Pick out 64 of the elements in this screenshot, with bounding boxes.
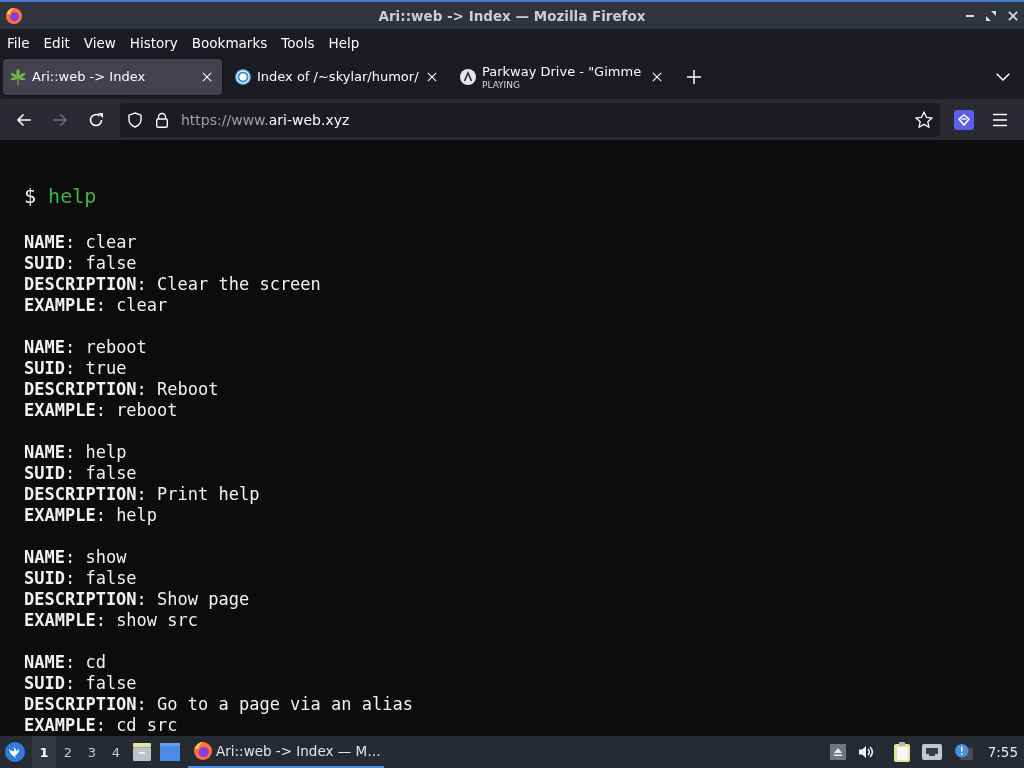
extension-icon[interactable] xyxy=(954,109,974,130)
leaf-icon xyxy=(10,69,26,85)
window-title: Ari::web -> Index — Mozilla Firefox xyxy=(378,7,646,24)
reload-icon[interactable] xyxy=(88,111,104,128)
peak-logo-icon xyxy=(460,69,476,85)
address-field[interactable]: https://www.ari-web.xyz xyxy=(120,102,940,137)
menu-item[interactable]: Bookmarks xyxy=(184,34,275,51)
help-text-line: DESCRIPTION: Print help xyxy=(24,484,260,505)
help-text-line: EXAMPLE: show src xyxy=(24,610,198,631)
help-text-line: EXAMPLE: help xyxy=(24,505,158,526)
chevron-down-icon[interactable] xyxy=(996,73,1010,81)
help-text-line: SUID: false xyxy=(24,463,137,484)
help-text-line: EXAMPLE: clear xyxy=(24,295,168,316)
menu-icon[interactable] xyxy=(992,111,1008,128)
speaker-icon[interactable] xyxy=(857,744,874,760)
help-text-line: EXAMPLE: cd src xyxy=(24,715,178,736)
drawer-icon[interactable] xyxy=(132,743,152,761)
help-text-line: EXAMPLE: reboot xyxy=(24,400,178,421)
help-text-line: SUID: false xyxy=(24,568,137,589)
menu-item[interactable]: File xyxy=(0,34,37,51)
workspace-button[interactable]: 2 xyxy=(56,736,80,768)
clock-text: 7:55 xyxy=(987,744,1018,760)
help-text-line: NAME: reboot xyxy=(24,337,147,358)
menu-item[interactable]: History xyxy=(122,34,185,51)
tab[interactable]: Parkway Drive - "Gimme PLAYING xyxy=(453,59,672,95)
maximize-icon[interactable] xyxy=(986,10,996,21)
close-icon[interactable] xyxy=(1008,10,1018,21)
clipboard-icon[interactable] xyxy=(893,742,910,762)
menu-item[interactable]: Tools xyxy=(274,34,322,51)
menu-item[interactable]: Edit xyxy=(36,34,77,51)
menu-item[interactable]: Help xyxy=(321,34,367,51)
star-icon[interactable] xyxy=(915,110,933,129)
help-text-line: NAME: help xyxy=(24,442,127,463)
eject-icon[interactable] xyxy=(829,744,846,760)
workspace-button[interactable]: 3 xyxy=(80,736,104,768)
tab-status-text: PLAYING xyxy=(482,79,521,91)
help-text-line: DESCRIPTION: Go to a page via an alias xyxy=(24,694,413,715)
help-text-line: SUID: false xyxy=(24,253,137,274)
workspace-button[interactable]: 4 xyxy=(104,736,128,768)
plus-icon[interactable] xyxy=(687,70,701,84)
task-button[interactable]: Ari::web -> Index — M… xyxy=(188,736,384,768)
lock-icon[interactable] xyxy=(154,111,170,128)
workspace-button[interactable]: 1 xyxy=(32,736,56,768)
help-text-line: SUID: false xyxy=(24,673,137,694)
browser-logo-icon xyxy=(194,742,212,760)
help-text-line: DESCRIPTION: Reboot xyxy=(24,379,219,400)
help-text-line: DESCRIPTION: Show page xyxy=(24,589,250,610)
tab[interactable]: Index of /~skylar/humor/ xyxy=(228,59,447,95)
back-arrow-icon[interactable] xyxy=(16,111,32,128)
tab[interactable]: Ari::web -> Index xyxy=(3,59,222,95)
bird-logo-icon[interactable] xyxy=(5,742,25,762)
browser-logo-icon xyxy=(6,7,22,24)
help-text-line: DESCRIPTION: Clear the screen xyxy=(24,274,321,295)
minimize-icon[interactable] xyxy=(966,14,974,17)
help-text-line: NAME: show xyxy=(24,547,127,568)
shield-icon[interactable] xyxy=(127,111,143,128)
help-text-line: NAME: clear xyxy=(24,232,137,253)
alert-icon[interactable] xyxy=(953,744,974,760)
ring-logo-icon xyxy=(235,69,251,85)
menu-item[interactable]: View xyxy=(76,34,123,51)
network-port-icon[interactable] xyxy=(921,744,942,760)
help-text-line: NAME: cd xyxy=(24,652,106,673)
help-text-line: SUID: true xyxy=(24,358,127,379)
command-prompt: $ help xyxy=(24,183,97,210)
